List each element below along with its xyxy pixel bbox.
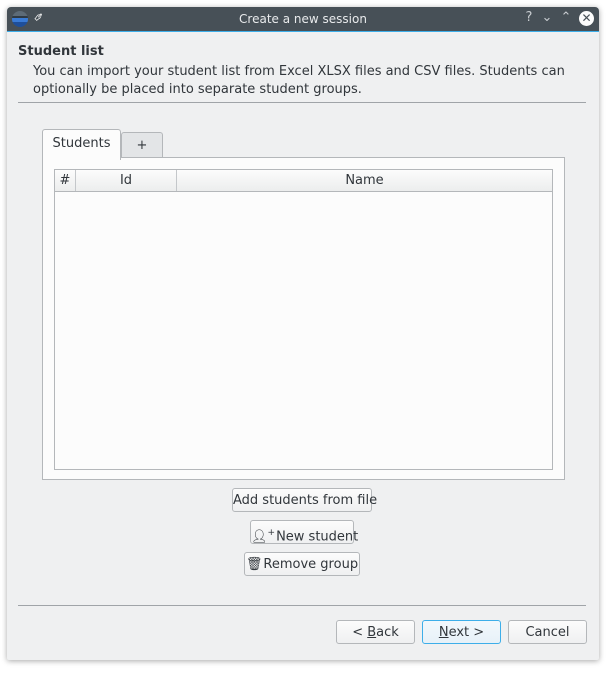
dialog-window: ✑ Create a new session ? ⌄ ⌃ ✕ Student l… — [7, 7, 599, 660]
back-mnemonic: B — [367, 625, 377, 640]
tab-students[interactable]: Students — [42, 129, 121, 160]
next-mnemonic: N — [438, 625, 449, 640]
trash-icon: 🗑︎ — [245, 557, 263, 572]
add-user-icon: 👤︎+ — [251, 528, 276, 545]
column-header-name[interactable]: Name — [177, 170, 552, 191]
next-label: ext > — [448, 625, 485, 640]
add-students-from-file-button[interactable]: Add students from file — [232, 488, 377, 512]
minimize-icon[interactable]: ⌄ — [539, 10, 555, 25]
new-student-label: New student — [276, 529, 359, 545]
cancel-button[interactable]: Cancel — [508, 620, 587, 644]
help-icon[interactable]: ? — [521, 10, 537, 25]
remove-group-button[interactable]: 🗑︎Remove group — [244, 552, 360, 576]
back-prefix: < — [352, 625, 368, 640]
maximize-icon[interactable]: ⌃ — [558, 10, 574, 25]
footer-divider — [18, 605, 586, 606]
page-description: You can import your student list from Ex… — [33, 64, 565, 97]
add-students-from-file-label: Add students from file — [233, 493, 378, 508]
next-button[interactable]: Next > — [422, 620, 501, 644]
back-label: ack — [376, 625, 399, 640]
header-divider — [18, 102, 586, 103]
page-title: Student list — [18, 44, 104, 59]
close-icon[interactable]: ✕ — [579, 11, 594, 26]
students-table[interactable]: # Id Name — [54, 169, 553, 470]
title-bar[interactable]: ✑ Create a new session ? ⌄ ⌃ ✕ — [7, 7, 599, 32]
column-header-id[interactable]: Id — [76, 170, 177, 191]
table-header: # Id Name — [55, 170, 552, 192]
window-title: Create a new session — [239, 12, 367, 26]
remove-group-label: Remove group — [263, 557, 359, 572]
column-header-number[interactable]: # — [55, 170, 76, 191]
cancel-label: Cancel — [525, 625, 570, 640]
back-button[interactable]: < Back — [336, 620, 415, 644]
tab-pane: # Id Name — [42, 157, 565, 480]
tab-add-group[interactable]: + — [121, 132, 163, 158]
new-student-button[interactable]: 👤︎+New student — [250, 520, 358, 544]
